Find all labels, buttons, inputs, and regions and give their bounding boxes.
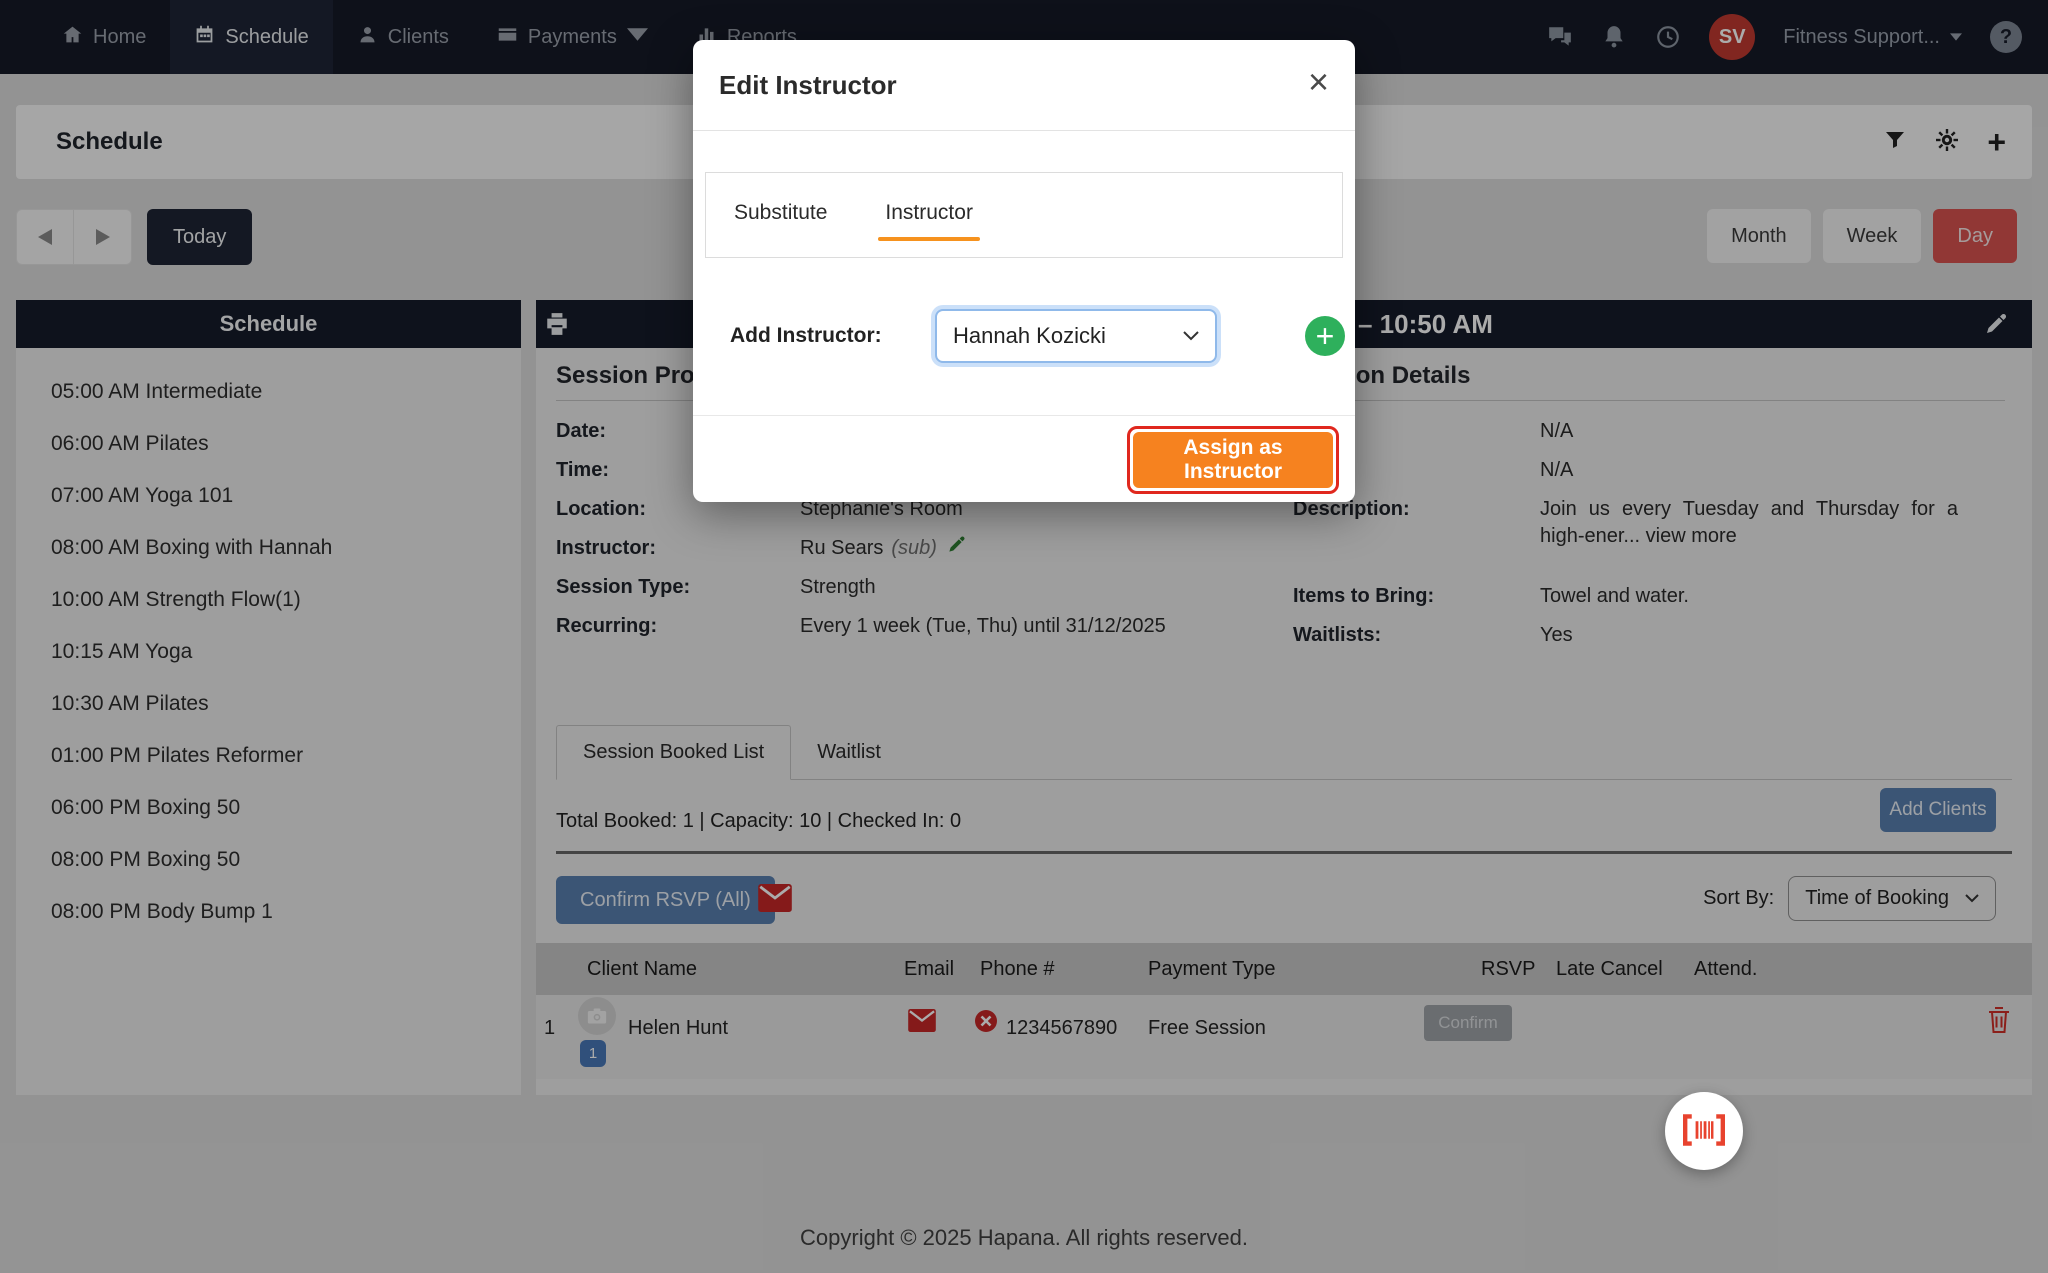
edit-instructor-modal: Edit Instructor × Substitute Instructor …	[693, 40, 1355, 502]
chevron-down-icon	[1183, 331, 1199, 341]
close-icon[interactable]: ×	[1308, 64, 1329, 100]
instructor-select[interactable]: Hannah Kozicki	[935, 309, 1217, 363]
tab-instructor[interactable]: Instructor	[885, 201, 973, 225]
modal-title: Edit Instructor	[719, 40, 897, 131]
instructor-select-value: Hannah Kozicki	[953, 323, 1106, 349]
divider	[693, 415, 1355, 416]
highlight-ring: Assign as Instructor	[1127, 426, 1339, 494]
assign-as-instructor-button[interactable]: Assign as Instructor	[1133, 432, 1333, 488]
app-root: Home Schedule Clients Payments Reports	[0, 0, 2048, 1273]
add-instructor-label: Add Instructor:	[730, 309, 882, 363]
barcode-scan-button[interactable]	[1665, 1092, 1743, 1170]
tab-substitute[interactable]: Substitute	[734, 201, 827, 225]
modal-tab-box: Substitute Instructor	[705, 172, 1343, 258]
modal-header: Edit Instructor ×	[693, 40, 1355, 131]
barcode-icon	[1683, 1114, 1725, 1149]
add-instructor-plus-button[interactable]: +	[1305, 316, 1345, 356]
modal-tabs: Substitute Instructor	[706, 173, 1342, 225]
